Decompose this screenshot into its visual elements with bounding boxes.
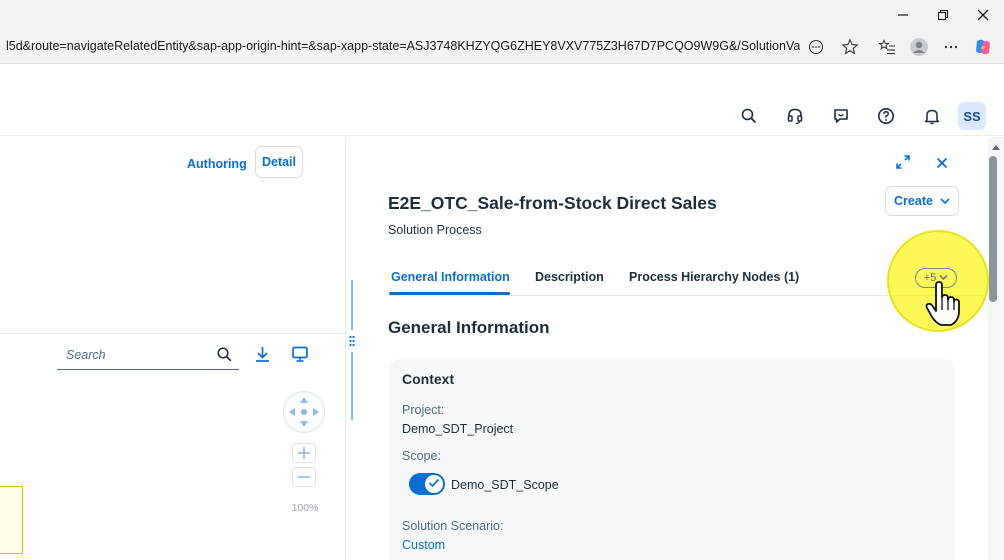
url-field[interactable]: l5d&route=navigateRelatedEntity&sap-app-… <box>6 39 800 53</box>
scope-toggle[interactable] <box>409 473 445 495</box>
present-monitor-icon[interactable] <box>291 345 309 368</box>
browser-title-bar <box>0 0 1004 30</box>
authoring-toggle[interactable]: Authoring <box>187 157 247 171</box>
chevron-down-icon <box>940 194 950 208</box>
tab-description[interactable]: Description <box>535 270 604 284</box>
avatar[interactable]: SS <box>958 102 986 130</box>
fullscreen-icon[interactable] <box>895 154 911 175</box>
create-button-label: Create <box>894 194 933 208</box>
scope-label: Scope: <box>402 449 441 463</box>
create-button[interactable]: Create <box>885 186 959 216</box>
scope-value: Demo_SDT_Scope <box>451 478 559 492</box>
profile-icon[interactable] <box>908 37 930 57</box>
notification-icon[interactable] <box>920 104 944 128</box>
project-label: Project: <box>402 403 445 417</box>
panel-splitter[interactable] <box>349 280 355 420</box>
close-icon[interactable] <box>936 156 948 174</box>
tab-process-hierarchy-nodes[interactable]: Process Hierarchy Nodes (1) <box>629 270 799 284</box>
favorite-star-icon[interactable] <box>839 37 861 57</box>
help-icon[interactable] <box>874 104 898 128</box>
diagram-panel: Authoring Detail Search 100% <box>0 137 346 560</box>
context-card: Context Project: Demo_SDT_Project Scope:… <box>390 359 955 560</box>
close-window-icon[interactable] <box>971 4 995 26</box>
more-icon[interactable] <box>940 37 962 57</box>
page-subtitle: Solution Process <box>388 223 482 237</box>
scrollbar-thumb[interactable] <box>989 156 997 302</box>
pan-navigation-control[interactable] <box>283 391 325 433</box>
process-step-node[interactable] <box>0 486 23 554</box>
section-title: General Information <box>388 318 550 337</box>
page-title: E2E_OTC_Sale-from-Stock Direct Sales <box>388 193 717 213</box>
hand-pointer-icon <box>925 281 961 332</box>
zoom-out-button[interactable] <box>292 467 316 487</box>
address-bar: l5d&route=navigateRelatedEntity&sap-app-… <box>0 30 1004 64</box>
checkmark-icon <box>428 475 440 493</box>
minimize-icon[interactable] <box>891 4 915 26</box>
zoom-level: 100% <box>291 502 319 514</box>
copilot-icon[interactable] <box>972 37 994 57</box>
solution-scenario-label: Solution Scenario: <box>402 519 504 533</box>
solution-scenario-link[interactable]: Custom <box>402 538 445 552</box>
object-detail-panel: E2E_OTC_Sale-from-Stock Direct Sales Sol… <box>360 137 988 560</box>
reader-icon[interactable] <box>805 37 827 57</box>
favorites-list-icon[interactable] <box>876 37 898 57</box>
divider <box>0 333 345 334</box>
feedback-icon[interactable] <box>829 104 853 128</box>
search-icon[interactable] <box>737 104 761 128</box>
toggle-knob <box>425 475 443 493</box>
download-icon[interactable] <box>254 345 271 368</box>
restore-icon[interactable] <box>931 4 955 26</box>
search-input[interactable]: Search <box>57 340 239 370</box>
card-title: Context <box>402 371 455 387</box>
headset-icon[interactable] <box>783 104 807 128</box>
project-value: Demo_SDT_Project <box>402 422 514 436</box>
tab-general-information[interactable]: General Information <box>391 270 510 284</box>
search-placeholder: Search <box>66 348 106 362</box>
detail-toggle-button[interactable]: Detail <box>255 146 303 178</box>
zoom-in-button[interactable] <box>292 443 316 463</box>
search-icon[interactable] <box>217 347 232 367</box>
app-shell-bar: SS <box>0 64 1004 136</box>
